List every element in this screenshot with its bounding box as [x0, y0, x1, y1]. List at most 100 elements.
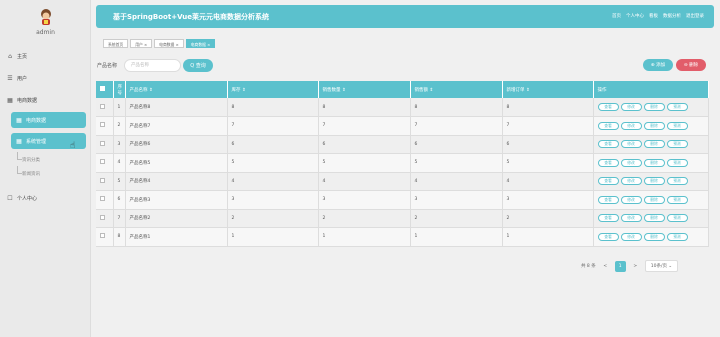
row-checkbox[interactable] [96, 209, 114, 228]
view-button[interactable]: 查看 [597, 195, 619, 204]
table-cell: 8 [227, 98, 319, 117]
row-checkbox[interactable] [96, 227, 114, 247]
table-cell: 6 [318, 135, 411, 154]
pagination: 共 8 条 < 1 > 10条/页 ⌄ [581, 260, 679, 272]
delete-row-button[interactable]: 删除 [643, 158, 665, 167]
sidebar-item-ecommerce[interactable]: ▦ 电商数据 [6, 94, 86, 107]
sidebar-item-ecommerce-data[interactable]: ▦ 电商数据 [11, 112, 86, 128]
delete-row-button[interactable]: 删除 [643, 140, 665, 149]
column-header[interactable]: 销售额 ⇕ [410, 81, 503, 98]
table-cell: 1 [318, 227, 411, 247]
view-button[interactable]: 查看 [597, 158, 619, 167]
edit-button[interactable]: 修改 [620, 158, 642, 167]
next-page-button[interactable]: > [630, 261, 641, 272]
tab-home[interactable]: 系统首页 [103, 39, 129, 48]
edit-button[interactable]: 修改 [620, 195, 642, 204]
predict-button[interactable]: 预测 [666, 140, 688, 149]
delete-row-button[interactable]: 删除 [643, 232, 665, 241]
column-header[interactable]: 产品名称 ⇕ [125, 81, 228, 98]
header-link-logout[interactable]: 退出登录 [686, 13, 704, 19]
header-link-dashboard[interactable]: 看板 [649, 13, 658, 19]
edit-button[interactable]: 修改 [620, 177, 642, 186]
column-header: 操作 [593, 81, 709, 98]
row-checkbox[interactable] [96, 172, 114, 191]
top-header: 基于SpringBoot+Vue莱元元电商数据分析系统 首页 个人中心 看板 数… [96, 5, 714, 28]
delete-button[interactable]: ⊖ 删除 [676, 59, 706, 71]
edit-button[interactable]: 修改 [620, 140, 642, 149]
search-button[interactable]: Q 查询 [183, 59, 213, 72]
view-button[interactable]: 查看 [597, 214, 619, 223]
table-row[interactable]: 6 产品名称3 3 3 3 3 查看 修改 删除 预测 [96, 190, 709, 210]
users-icon: ☰ [7, 75, 13, 82]
table-cell: 4 [410, 172, 503, 191]
table-cell: 6 [113, 190, 126, 210]
table-row[interactable]: 3 产品名称6 6 6 6 6 查看 修改 删除 预测 [96, 135, 709, 154]
header-link-profile[interactable]: 个人中心 [626, 13, 644, 19]
column-header[interactable]: 销售数量 ⇕ [318, 81, 411, 98]
page-number[interactable]: 1 [614, 260, 626, 272]
edit-button[interactable]: 修改 [620, 121, 642, 130]
page-size-select[interactable]: 10条/页 ⌄ [644, 260, 679, 272]
table-row[interactable]: 2 产品名称7 7 7 7 7 查看 修改 删除 预测 [96, 116, 709, 136]
avatar[interactable] [38, 8, 54, 25]
home-icon: ⌂ [8, 53, 12, 60]
sidebar-subitem-news-category[interactable]: 资讯分类 [22, 157, 40, 163]
sidebar: admin ⌂ 主页 ☰ 用户 ▦ 电商数据 ▦ 电商数据 ▦ 系统管理 ☝ 资… [0, 0, 91, 337]
column-header[interactable]: 库存 ⇕ [227, 81, 319, 98]
sidebar-item-profile[interactable]: ☐ 个人中心 [6, 192, 86, 205]
predict-button[interactable]: 预测 [666, 158, 688, 167]
column-header[interactable]: 新增订单 ⇕ [502, 81, 594, 98]
table-cell: 产品名称2 [125, 209, 228, 228]
header-link-home[interactable]: 首页 [612, 13, 621, 19]
table-cell: 1 [227, 227, 319, 247]
view-button[interactable]: 查看 [597, 177, 619, 186]
predict-button[interactable]: 预测 [666, 177, 688, 186]
sidebar-item-users[interactable]: ☰ 用户 [6, 72, 86, 85]
predict-button[interactable]: 预测 [666, 214, 688, 223]
delete-row-button[interactable]: 删除 [643, 121, 665, 130]
predict-button[interactable]: 预测 [666, 103, 688, 111]
search-input[interactable]: 产品名称 [124, 59, 181, 72]
row-actions: 查看 修改 删除 预测 [593, 98, 709, 117]
table-row[interactable]: 5 产品名称4 4 4 4 4 查看 修改 删除 预测 [96, 172, 709, 191]
table-cell: 2 [113, 116, 126, 136]
tab-ecommerce-data[interactable]: 电商数据 × [185, 39, 216, 48]
tab-ecommerce[interactable]: 电商数据 × [154, 39, 184, 48]
prev-page-button[interactable]: < [600, 261, 611, 272]
predict-button[interactable]: 预测 [666, 121, 688, 130]
predict-button[interactable]: 预测 [666, 195, 688, 204]
table-row[interactable]: 8 产品名称1 1 1 1 1 查看 修改 删除 预测 [96, 227, 709, 247]
view-button[interactable]: 查看 [597, 232, 619, 241]
table-row[interactable]: 1 产品名称8 8 8 8 8 查看 修改 删除 预测 [96, 98, 709, 117]
view-button[interactable]: 查看 [597, 121, 619, 130]
row-checkbox[interactable] [96, 98, 114, 117]
row-checkbox[interactable] [96, 190, 114, 210]
predict-button[interactable]: 预测 [666, 232, 688, 241]
table-cell: 产品名称4 [125, 172, 228, 191]
delete-row-button[interactable]: 删除 [643, 195, 665, 204]
table-row[interactable]: 4 产品名称5 5 5 5 5 查看 修改 删除 预测 [96, 153, 709, 173]
sidebar-subitem-news[interactable]: 新闻资讯 [22, 171, 40, 177]
tab-users[interactable]: 用户 × [130, 39, 153, 48]
row-actions: 查看 修改 删除 预测 [593, 116, 709, 136]
edit-button[interactable]: 修改 [620, 232, 642, 241]
header-link-analysis[interactable]: 数据分析 [663, 13, 681, 19]
add-button[interactable]: ⊕ 添加 [643, 59, 673, 71]
view-button[interactable]: 查看 [597, 140, 619, 149]
delete-row-button[interactable]: 删除 [643, 214, 665, 223]
edit-button[interactable]: 修改 [620, 214, 642, 223]
column-header[interactable]: 序号 [113, 81, 126, 98]
edit-button[interactable]: 修改 [620, 103, 642, 111]
table-cell: 7 [502, 116, 594, 136]
delete-row-button[interactable]: 删除 [643, 103, 665, 111]
view-button[interactable]: 查看 [597, 103, 619, 111]
sidebar-item-home[interactable]: ⌂ 主页 [6, 50, 86, 63]
table-row[interactable]: 7 产品名称2 2 2 2 2 查看 修改 删除 预测 [96, 209, 709, 228]
table-cell: 8 [410, 98, 503, 117]
delete-row-button[interactable]: 删除 [643, 177, 665, 186]
row-checkbox[interactable] [96, 153, 114, 173]
table-cell: 产品名称3 [125, 190, 228, 210]
select-all-checkbox[interactable] [96, 81, 114, 98]
row-checkbox[interactable] [96, 135, 114, 154]
row-checkbox[interactable] [96, 116, 114, 136]
